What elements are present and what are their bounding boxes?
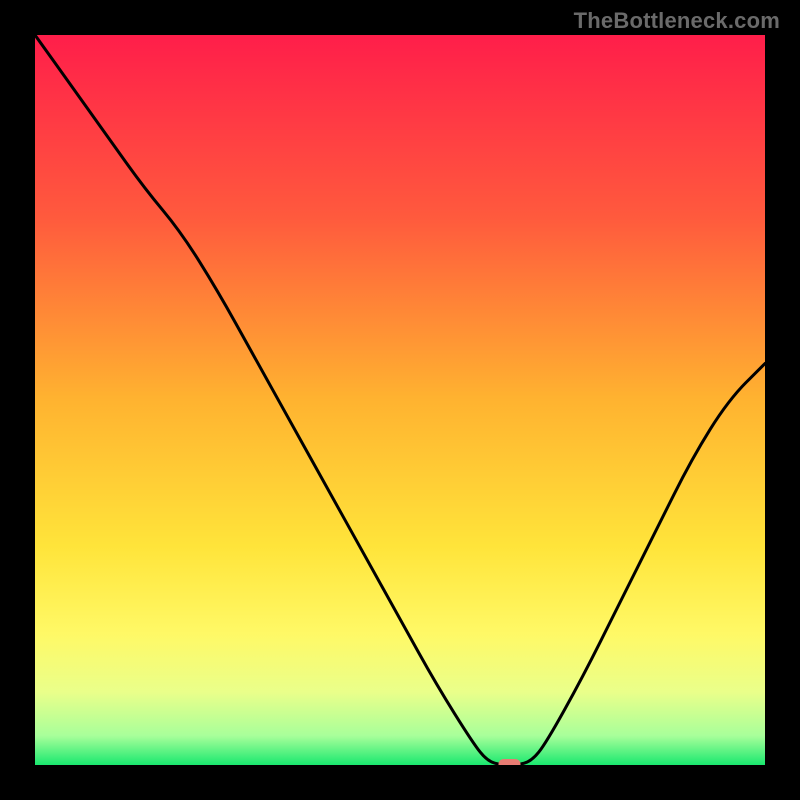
minimum-marker: [499, 759, 521, 765]
plot-area: [35, 35, 765, 765]
chart-frame: TheBottleneck.com: [0, 0, 800, 800]
watermark-text: TheBottleneck.com: [574, 8, 780, 34]
bottleneck-chart: [35, 35, 765, 765]
gradient-background: [35, 35, 765, 765]
